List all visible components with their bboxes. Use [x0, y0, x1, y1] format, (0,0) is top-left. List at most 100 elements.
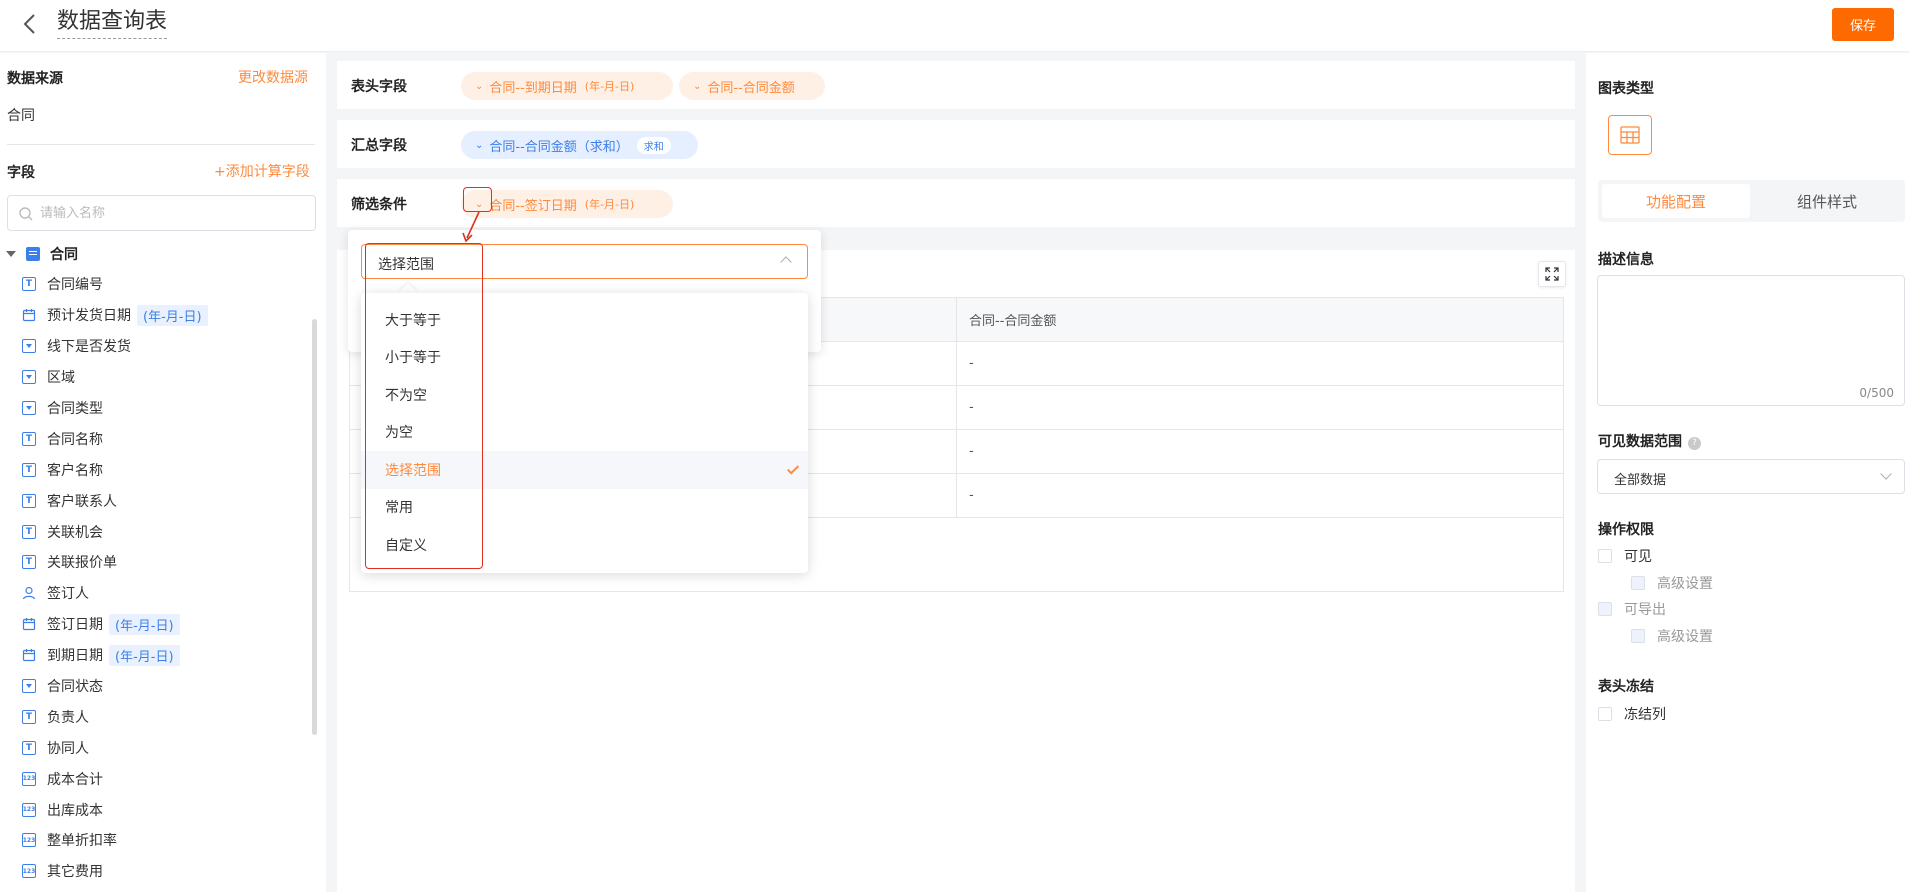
field-list: T 合同编号 预计发货日期 (年-月-日) 线下是否发货 区域 合同类型 T 合同名称 T 客户名称…: [22, 269, 312, 887]
text-field-icon: T: [22, 431, 36, 446]
visible-label: 可见: [1624, 549, 1652, 565]
annotation-arrow-icon: [462, 211, 480, 243]
field-item[interactable]: T 负责人: [22, 701, 312, 732]
header-fields-zone[interactable]: 表头字段 ⌄ 合同--到期日期 (年-月-日) ⌄ 合同--合同金额: [337, 61, 1575, 109]
change-source-link[interactable]: 更改数据源: [238, 67, 308, 87]
dropdown-field-icon: [22, 370, 36, 385]
page-title[interactable]: 数据查询表: [57, 8, 168, 39]
visible-checkbox[interactable]: [1598, 549, 1612, 563]
field-label: 整单折扣率: [47, 833, 117, 850]
field-item[interactable]: 签订日期 (年-月-日): [22, 609, 312, 640]
text-field-icon: T: [22, 462, 36, 477]
header-field-pill[interactable]: ⌄ 合同--合同金额: [679, 72, 825, 100]
field-item[interactable]: 到期日期 (年-月-日): [22, 640, 312, 671]
field-item[interactable]: 合同状态: [22, 671, 312, 702]
tab-function-config[interactable]: 功能配置: [1602, 184, 1750, 218]
save-button[interactable]: 保存: [1832, 8, 1894, 41]
back-arrow-icon[interactable]: [18, 10, 42, 38]
text-field-icon: T: [22, 524, 36, 539]
table-chart-type-button[interactable]: [1608, 115, 1652, 155]
data-source-value: 合同: [7, 108, 35, 124]
freeze-label: 表头冻结: [1598, 679, 1654, 695]
tree-root-label: 合同: [50, 247, 78, 263]
field-item[interactable]: 线下是否发货: [22, 331, 312, 362]
summary-fields-zone[interactable]: 汇总字段 ⌄ 合同--合同金额（求和） 求和: [337, 120, 1575, 168]
field-label: 合同类型: [47, 401, 103, 417]
filter-zone[interactable]: 筛选条件 ⌄ 合同--签订日期 (年-月-日): [337, 179, 1575, 227]
tree-root-contract[interactable]: 合同: [6, 242, 78, 266]
field-label: 区域: [47, 370, 75, 387]
pill-format: (年-月-日): [584, 198, 635, 211]
field-label: 客户联系人: [47, 493, 117, 510]
field-item[interactable]: 123 出库成本: [22, 794, 312, 825]
freeze-column-checkbox[interactable]: [1598, 707, 1612, 721]
field-item[interactable]: T 合同编号: [22, 269, 312, 300]
advanced-checkbox-1[interactable]: [1631, 576, 1645, 590]
data-source-label: 数据来源: [7, 71, 63, 87]
field-item[interactable]: 签订人: [22, 578, 312, 609]
visible-range-select[interactable]: 全部数据: [1597, 459, 1905, 494]
field-item[interactable]: 预计发货日期 (年-月-日): [22, 300, 312, 331]
advanced-setting-row-1[interactable]: 高级设置: [1631, 573, 1713, 593]
field-item[interactable]: T 协同人: [22, 732, 312, 763]
pill-label: 合同--合同金额: [707, 80, 795, 96]
description-textarea[interactable]: 0/500: [1597, 275, 1905, 406]
caret-down-icon[interactable]: [6, 251, 16, 257]
field-item[interactable]: 123 其它费用: [22, 856, 312, 887]
field-label: 客户名称: [47, 462, 103, 479]
field-item[interactable]: 123 整单折扣率: [22, 825, 312, 856]
check-icon: [786, 462, 800, 475]
exportable-checkbox-row[interactable]: 可导出: [1598, 599, 1666, 619]
sidebar-scrollbar[interactable]: [312, 319, 317, 735]
field-item[interactable]: 合同类型: [22, 393, 312, 424]
fullscreen-icon[interactable]: [1538, 261, 1566, 287]
field-label: 关联报价单: [47, 555, 117, 572]
visible-range-text: 可见数据范围: [1598, 434, 1682, 450]
chevron-down-icon[interactable]: ⌄: [475, 140, 483, 151]
chevron-up-icon[interactable]: [780, 256, 792, 268]
field-item[interactable]: T 关联报价单: [22, 547, 312, 578]
dropdown-field-icon: [22, 401, 36, 415]
char-counter: 0/500: [1859, 386, 1894, 400]
advanced-setting-row-2[interactable]: 高级设置: [1631, 626, 1713, 646]
header-field-pill[interactable]: ⌄ 合同--到期日期 (年-月-日): [461, 72, 673, 100]
table-cell: -: [969, 356, 974, 371]
pill-label: 合同--签订日期: [489, 198, 577, 214]
text-field-icon: T: [22, 493, 36, 508]
field-item[interactable]: T 客户联系人: [22, 485, 312, 516]
number-field-icon: 123: [22, 864, 36, 879]
field-label: 其它费用: [47, 864, 103, 881]
chevron-down-icon[interactable]: ⌄: [693, 81, 701, 92]
help-icon[interactable]: ?: [1688, 437, 1701, 450]
field-item[interactable]: T 合同名称: [22, 423, 312, 454]
field-label: 出库成本: [47, 802, 103, 819]
calendar-icon: [22, 617, 36, 631]
field-item[interactable]: 区域: [22, 362, 312, 393]
annotation-highlight-options: [365, 243, 483, 569]
table-cell: -: [969, 444, 974, 459]
dropdown-field-icon: [22, 679, 36, 694]
filter-field-pill[interactable]: ⌄ 合同--签订日期 (年-月-日): [461, 190, 673, 218]
field-label: 关联机会: [47, 524, 103, 541]
sum-badge: 求和: [636, 136, 671, 154]
field-item[interactable]: T 关联机会: [22, 516, 312, 547]
date-format-tag: (年-月-日): [109, 613, 180, 635]
visible-range-label: 可见数据范围?: [1598, 431, 1701, 451]
field-item[interactable]: 123 成本合计: [22, 763, 312, 794]
tab-component-style[interactable]: 组件样式: [1753, 184, 1901, 218]
field-label: 签订日期: [47, 617, 103, 634]
exportable-checkbox[interactable]: [1598, 602, 1612, 616]
chevron-down-icon[interactable]: ⌄: [475, 81, 483, 92]
add-calc-field-link[interactable]: +添加计算字段: [214, 161, 310, 181]
field-search-box[interactable]: [7, 195, 316, 231]
field-sidebar: 数据来源 更改数据源 合同 字段 +添加计算字段 合同 T 合同编号预计发货日期 (…: [0, 53, 326, 892]
field-search-input[interactable]: [40, 203, 300, 223]
table-cell: -: [969, 400, 974, 415]
summary-field-pill[interactable]: ⌄ 合同--合同金额（求和） 求和: [461, 131, 698, 159]
chevron-down-icon[interactable]: [1880, 468, 1892, 480]
advanced-checkbox-2[interactable]: [1631, 629, 1645, 643]
field-label: 到期日期: [47, 648, 103, 665]
field-item[interactable]: T 客户名称: [22, 454, 312, 485]
freeze-column-row[interactable]: 冻结列: [1598, 704, 1666, 724]
visible-checkbox-row[interactable]: 可见: [1598, 546, 1652, 566]
